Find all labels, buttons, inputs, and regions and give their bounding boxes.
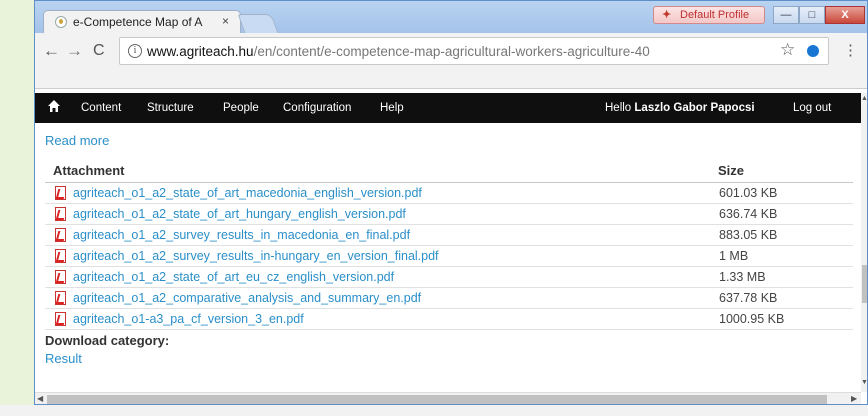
user-greeting[interactable]: Hello Laszlo Gabor Papocsi: [605, 102, 755, 114]
admin-menu-people[interactable]: People: [223, 102, 259, 114]
admin-menu-content[interactable]: Content: [81, 102, 121, 114]
profile-label: Default Profile: [680, 9, 750, 21]
horizontal-scroll-thumb[interactable]: [47, 395, 827, 404]
file-link[interactable]: agriteach_o1_a2_survey_results_in-hungar…: [73, 249, 439, 263]
file-link[interactable]: agriteach_o1_a2_state_of_art_eu_cz_engli…: [73, 270, 394, 284]
tab-strip: e-Competence Map of A × ✦ Default Profil…: [35, 1, 867, 33]
table-row: agriteach_o1_a2_state_of_art_eu_cz_engli…: [45, 267, 853, 288]
logout-link[interactable]: Log out: [793, 102, 831, 114]
extension-icon[interactable]: [807, 45, 819, 57]
file-size: 883.05 KB: [719, 228, 778, 242]
new-tab-button[interactable]: [237, 14, 279, 33]
url-path: /en/content/e-competence-map-agricultura…: [253, 44, 650, 59]
pdf-icon: [55, 312, 66, 326]
admin-menu-help[interactable]: Help: [380, 102, 404, 114]
scroll-left-arrow-icon[interactable]: ◀: [37, 394, 43, 403]
profile-button[interactable]: ✦ Default Profile: [653, 6, 765, 24]
scroll-right-arrow-icon[interactable]: ▶: [851, 394, 857, 403]
file-link[interactable]: agriteach_o1_a2_state_of_art_macedonia_e…: [73, 186, 422, 200]
table-row: agriteach_o1_a2_survey_results_in_macedo…: [45, 225, 853, 246]
page-backdrop-left: [0, 0, 35, 405]
pdf-icon: [55, 249, 66, 263]
page-content: Read more Attachment Size agriteach_o1_a…: [35, 123, 861, 392]
bookmark-star-icon[interactable]: ☆: [780, 40, 795, 60]
file-size: 1000.95 KB: [719, 312, 785, 326]
file-link[interactable]: agriteach_o1_a2_state_of_art_hungary_eng…: [73, 207, 406, 221]
admin-toolbar: Content Structure People Configuration H…: [35, 93, 861, 123]
pdf-icon: [55, 291, 66, 305]
size-column-header: Size: [718, 163, 745, 178]
home-icon[interactable]: [47, 99, 61, 113]
table-row: agriteach_o1_a2_comparative_analysis_and…: [45, 288, 853, 309]
forward-button[interactable]: →: [66, 41, 83, 61]
pdf-icon: [55, 270, 66, 284]
vertical-scroll-thumb[interactable]: [862, 265, 867, 303]
scroll-down-arrow-icon[interactable]: ▼: [861, 379, 867, 386]
close-window-button[interactable]: X: [825, 6, 865, 24]
address-bar[interactable]: i www.agriteach.hu/en/content/e-competen…: [119, 37, 829, 65]
favicon-icon: [55, 16, 67, 28]
hello-prefix: Hello: [605, 102, 635, 114]
file-size: 1.33 MB: [719, 270, 766, 284]
tab-title: e-Competence Map of A: [73, 15, 203, 29]
info-icon[interactable]: i: [128, 44, 142, 58]
table-row: agriteach_o1_a2_survey_results_in-hungar…: [45, 246, 853, 267]
table-row: agriteach_o1-a3_pa_cf_version_3_en.pdf 1…: [45, 309, 853, 330]
vertical-scrollbar[interactable]: ▲ ▼: [861, 93, 867, 392]
tab-close-icon[interactable]: ×: [222, 14, 229, 28]
browser-toolbar: ← → C i www.agriteach.hu/en/content/e-co…: [35, 33, 867, 89]
file-size: 637.78 KB: [719, 291, 778, 305]
url-text[interactable]: www.agriteach.hu/en/content/e-competence…: [147, 44, 650, 59]
maximize-button[interactable]: □: [799, 6, 825, 24]
file-link[interactable]: agriteach_o1-a3_pa_cf_version_3_en.pdf: [73, 312, 304, 326]
page-backdrop-bottom: [0, 405, 868, 416]
scroll-up-arrow-icon[interactable]: ▲: [861, 95, 867, 102]
url-host: www.agriteach.hu: [147, 44, 254, 59]
back-button[interactable]: ←: [43, 41, 60, 61]
file-size: 601.03 KB: [719, 186, 778, 200]
admin-menu-structure[interactable]: Structure: [147, 102, 194, 114]
file-link[interactable]: agriteach_o1_a2_survey_results_in_macedo…: [73, 228, 410, 242]
pdf-icon: [55, 228, 66, 242]
admin-menu-configuration[interactable]: Configuration: [283, 102, 351, 114]
user-name: Laszlo Gabor Papocsi: [634, 102, 755, 114]
menu-icon[interactable]: ⋮: [843, 41, 858, 61]
horizontal-scrollbar[interactable]: ◀ ▶: [35, 392, 861, 404]
table-row: agriteach_o1_a2_state_of_art_macedonia_e…: [45, 183, 853, 204]
file-size: 636.74 KB: [719, 207, 778, 221]
browser-window: e-Competence Map of A × ✦ Default Profil…: [34, 0, 868, 405]
download-category-link[interactable]: Result: [45, 351, 82, 366]
browser-tab[interactable]: e-Competence Map of A ×: [43, 10, 241, 33]
table-row: agriteach_o1_a2_state_of_art_hungary_eng…: [45, 204, 853, 225]
read-more-link[interactable]: Read more: [45, 133, 109, 148]
file-link[interactable]: agriteach_o1_a2_comparative_analysis_and…: [73, 291, 421, 305]
minimize-button[interactable]: —: [773, 6, 799, 24]
pdf-icon: [55, 207, 66, 221]
download-category-label: Download category:: [45, 333, 170, 348]
attachments-header: Attachment Size: [45, 159, 853, 183]
attachment-column-header: Attachment: [53, 163, 125, 178]
reload-button[interactable]: C: [93, 41, 105, 61]
profile-icon: ✦: [662, 9, 672, 21]
pdf-icon: [55, 186, 66, 200]
file-size: 1 MB: [719, 249, 749, 263]
